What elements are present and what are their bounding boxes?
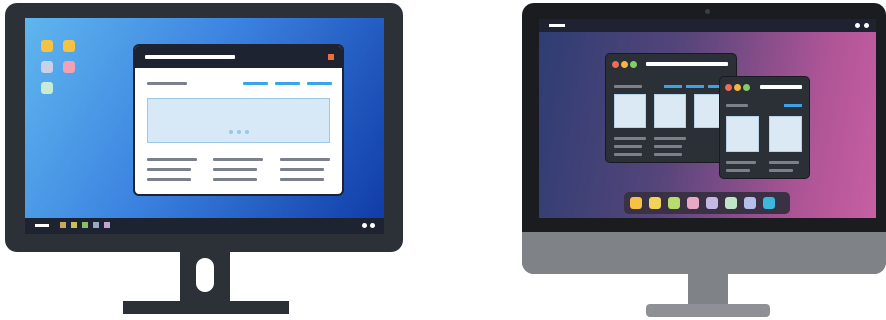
text-line <box>280 178 324 181</box>
content-card[interactable] <box>654 94 686 128</box>
text-line <box>147 168 191 171</box>
nav-link[interactable] <box>243 82 268 85</box>
menu-bar <box>539 19 876 32</box>
start-menu-icon[interactable] <box>35 224 49 227</box>
text-line <box>213 168 257 171</box>
dock-app-icon[interactable] <box>649 197 661 209</box>
window-title <box>145 55 235 59</box>
left-monitor <box>0 0 420 320</box>
nav-link[interactable] <box>784 104 802 107</box>
text-line <box>654 145 682 148</box>
text-line <box>614 145 642 148</box>
taskbar-app-icon[interactable] <box>82 222 88 228</box>
nav-link[interactable] <box>307 82 332 85</box>
app-window <box>133 44 344 196</box>
text-line <box>213 178 257 181</box>
text-line <box>726 161 756 164</box>
window-title <box>646 62 728 66</box>
imac-screen <box>539 19 876 218</box>
content-panel <box>147 98 330 143</box>
camera-icon <box>705 9 710 14</box>
stand-cable-hole <box>196 258 214 292</box>
desktop-app-icon[interactable] <box>41 61 53 73</box>
column-heading <box>280 158 330 161</box>
app-window-front <box>719 76 810 179</box>
imac-stand-base <box>646 304 770 317</box>
close-icon[interactable] <box>725 84 732 91</box>
column-heading <box>147 158 197 161</box>
nav-label <box>726 104 748 107</box>
nav-link[interactable] <box>275 82 300 85</box>
minimize-icon[interactable] <box>734 84 741 91</box>
text-line <box>614 137 646 140</box>
dock <box>624 192 790 214</box>
text-line <box>147 178 191 181</box>
dock-app-icon[interactable] <box>725 197 737 209</box>
taskbar-app-icon[interactable] <box>60 222 66 228</box>
desktop-app-icon[interactable] <box>41 40 53 52</box>
dock-app-icon[interactable] <box>763 197 775 209</box>
imac-stand-neck <box>688 274 728 306</box>
monitor-stand-base <box>123 301 289 314</box>
dock-app-icon[interactable] <box>630 197 642 209</box>
dock-app-icon[interactable] <box>687 197 699 209</box>
content-card[interactable] <box>614 94 646 128</box>
content-card[interactable] <box>726 116 759 152</box>
dock-app-icon[interactable] <box>668 197 680 209</box>
status-icon[interactable] <box>855 23 860 28</box>
pagination-dot[interactable] <box>237 130 241 134</box>
taskbar-app-icon[interactable] <box>71 222 77 228</box>
text-line <box>769 169 793 172</box>
pagination-dot[interactable] <box>245 130 249 134</box>
status-icon[interactable] <box>864 23 869 28</box>
taskbar <box>25 218 384 234</box>
text-line <box>769 161 799 164</box>
dock-app-icon[interactable] <box>706 197 718 209</box>
dock-app-icon[interactable] <box>744 197 756 209</box>
desktop-app-icon[interactable] <box>63 61 75 73</box>
window-titlebar[interactable] <box>135 46 342 68</box>
text-line <box>654 137 686 140</box>
minimize-icon[interactable] <box>621 61 628 68</box>
nav-link[interactable] <box>686 85 704 88</box>
taskbar-app-icon[interactable] <box>93 222 99 228</box>
menu-icon[interactable] <box>549 24 565 27</box>
app-window-back <box>605 53 737 163</box>
maximize-icon[interactable] <box>630 61 637 68</box>
text-line <box>280 168 324 171</box>
text-line <box>614 153 642 156</box>
close-icon[interactable] <box>612 61 619 68</box>
desktop-app-icon[interactable] <box>63 40 75 52</box>
maximize-icon[interactable] <box>743 84 750 91</box>
text-line <box>726 169 750 172</box>
taskbar-app-icon[interactable] <box>104 222 110 228</box>
column-heading <box>213 158 263 161</box>
window-title <box>760 85 802 89</box>
content-card[interactable] <box>769 116 802 152</box>
imac-chin <box>522 232 886 274</box>
pagination-dot[interactable] <box>229 130 233 134</box>
text-line <box>654 153 682 156</box>
close-icon[interactable] <box>328 54 334 60</box>
nav-link[interactable] <box>664 85 682 88</box>
monitor-screen <box>25 18 384 234</box>
tray-icon[interactable] <box>362 223 367 228</box>
tray-icon[interactable] <box>370 223 375 228</box>
nav-label <box>614 85 642 88</box>
desktop-app-icon[interactable] <box>41 82 53 94</box>
nav-label <box>147 82 187 85</box>
